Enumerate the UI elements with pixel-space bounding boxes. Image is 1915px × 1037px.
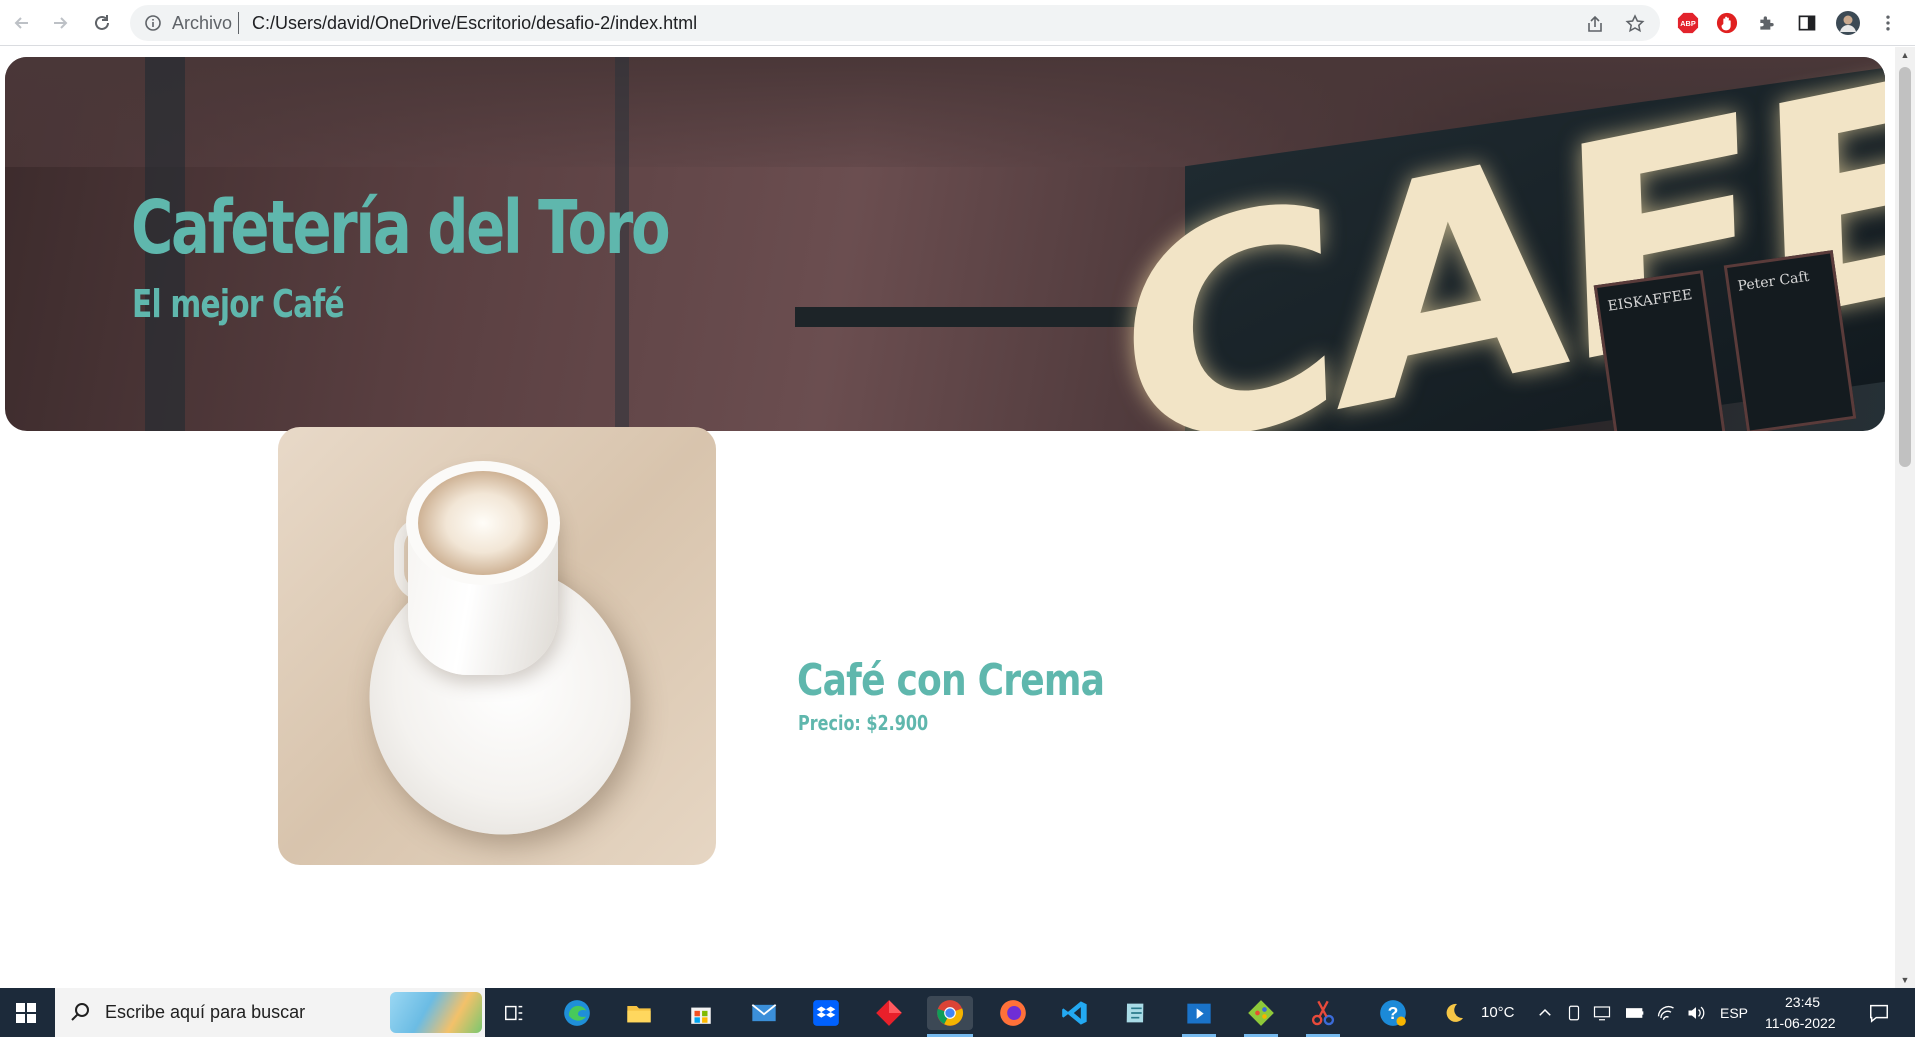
notepad-app-icon[interactable] <box>1120 996 1154 1030</box>
volume-icon[interactable] <box>1684 996 1708 1030</box>
browser-toolbar: Archivo C:/Users/david/OneDrive/Escritor… <box>0 0 1915 46</box>
product-price: Precio: $2.900 <box>798 711 929 735</box>
windows-taskbar: Escribe aquí para buscar ? 10°C ESP 23:4… <box>0 988 1915 1037</box>
microsoft-store-icon[interactable] <box>684 996 718 1030</box>
language-indicator[interactable]: ESP <box>1720 1005 1748 1021</box>
tray-display-icon[interactable] <box>1590 996 1614 1030</box>
vscode-icon[interactable] <box>1058 996 1092 1030</box>
site-title: Cafetería del Toro <box>131 185 671 271</box>
tray-device-icon[interactable] <box>1562 996 1586 1030</box>
windows-logo-icon <box>16 1002 36 1023</box>
firefox-icon[interactable] <box>996 996 1030 1030</box>
search-highlight-illustration <box>390 992 482 1033</box>
wifi-icon[interactable] <box>1654 996 1678 1030</box>
dropbox-icon[interactable] <box>809 996 843 1030</box>
site-subtitle: El mejor Café <box>132 282 345 326</box>
scroll-down-arrow-icon[interactable]: ▼ <box>1895 972 1915 988</box>
svg-text:ABP: ABP <box>1680 19 1696 28</box>
chevron-up-icon[interactable] <box>1532 996 1558 1030</box>
vertical-scrollbar[interactable]: ▲ ▼ <box>1895 47 1915 988</box>
adblock-plus-icon[interactable]: ABP <box>1676 11 1700 35</box>
video-player-icon[interactable] <box>1182 996 1216 1030</box>
start-button[interactable] <box>0 988 52 1037</box>
clock-time[interactable]: 23:45 <box>1785 994 1820 1010</box>
scroll-thumb[interactable] <box>1899 67 1911 467</box>
product-name: Café con Crema <box>797 655 1105 706</box>
scroll-up-arrow-icon[interactable]: ▲ <box>1895 47 1915 63</box>
info-icon[interactable] <box>144 14 162 32</box>
chalkboard-menu-right: Peter Caft <box>1723 250 1857 431</box>
help-icon[interactable]: ? <box>1376 996 1410 1030</box>
taskbar-search-box[interactable]: Escribe aquí para buscar <box>55 988 485 1037</box>
mail-icon[interactable] <box>747 996 781 1030</box>
notifications-icon[interactable] <box>1862 996 1896 1030</box>
git-icon[interactable] <box>1244 996 1278 1030</box>
cup-cream <box>418 471 548 575</box>
kebab-menu-icon[interactable] <box>1876 11 1900 35</box>
chrome-icon[interactable] <box>927 996 973 1030</box>
back-button[interactable] <box>6 7 38 39</box>
scheme-label: Archivo <box>172 13 233 33</box>
search-placeholder: Escribe aquí para buscar <box>105 1002 306 1022</box>
red-diamond-app-icon[interactable] <box>872 996 906 1030</box>
edge-icon[interactable] <box>560 996 594 1030</box>
stop-sign-extension-icon[interactable] <box>1715 11 1739 35</box>
weather-temperature[interactable]: 10°C <box>1481 1005 1515 1021</box>
forward-icon <box>54 17 68 29</box>
puzzle-extensions-icon[interactable] <box>1755 11 1779 35</box>
bookmark-star-icon[interactable] <box>1625 14 1645 34</box>
share-icon[interactable] <box>1585 14 1605 34</box>
url-text[interactable]: C:/Users/david/OneDrive/Escritorio/desaf… <box>252 14 697 32</box>
side-panel-icon[interactable] <box>1795 11 1819 35</box>
task-view-icon[interactable] <box>497 996 531 1030</box>
back-icon <box>14 17 28 29</box>
file-explorer-icon[interactable] <box>622 996 656 1030</box>
reload-icon <box>95 15 109 30</box>
moon-icon[interactable] <box>1437 996 1471 1030</box>
reload-button[interactable] <box>86 7 118 39</box>
search-icon <box>71 1003 89 1021</box>
product-image <box>278 427 716 865</box>
address-bar[interactable]: Archivo C:/Users/david/OneDrive/Escritor… <box>130 5 1660 41</box>
profile-avatar[interactable] <box>1836 11 1860 35</box>
address-divider <box>238 12 239 34</box>
forward-button[interactable] <box>44 7 76 39</box>
battery-icon[interactable] <box>1623 996 1647 1030</box>
snipping-tool-icon[interactable] <box>1306 996 1340 1030</box>
hero-banner: CAFE EISKAFFEE Peter Caft Cafetería del … <box>5 57 1885 431</box>
clock-date[interactable]: 11-06-2022 <box>1765 1015 1836 1031</box>
